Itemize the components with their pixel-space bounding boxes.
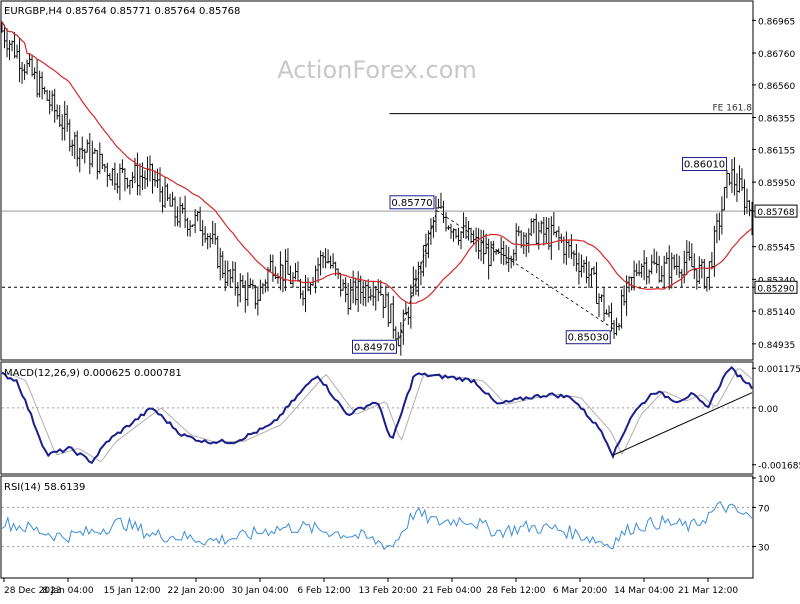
time-tick-label: 30 Jan 04:00 [232, 586, 289, 596]
chart-root: ActionForex.com FE 161.8 0.84970 0.85770 0.… [0, 0, 800, 600]
price-axis-box-label: 0.85290 [757, 284, 794, 294]
price-axis-box-label: 0.85768 [757, 208, 794, 218]
watermark: ActionForex.com [277, 56, 477, 84]
price-tick-label: 0.86760 [758, 50, 795, 60]
macd-tick-label: -0.001685 [758, 462, 800, 472]
rsi-tick-label: 100 [758, 475, 775, 485]
pivot-label: 0.84970 [354, 342, 395, 353]
price-tick-label: 0.84935 [758, 341, 795, 351]
price-tick-label: 0.85140 [758, 308, 795, 318]
time-tick-label: 15 Jan 12:00 [104, 586, 161, 596]
macd-trendline [613, 392, 753, 456]
axis-layer: 0.86965 0.86760 0.86560 0.86355 0.86155 0.859… [3, 17, 800, 596]
price-tick-label: 0.86560 [758, 82, 795, 92]
chart-canvas: ActionForex.com FE 161.80.849700.857700.… [0, 0, 800, 596]
price-tick-label: 0.86355 [758, 115, 795, 125]
pivot-label: 0.85770 [391, 198, 432, 209]
level-label: FE 161.8 [713, 104, 753, 114]
rsi-tick-label: 70 [758, 504, 770, 514]
rsi-tick-label: 30 [758, 544, 770, 554]
time-tick-label: 6 Feb 12:00 [297, 586, 351, 596]
price-panel-frame [0, 0, 754, 361]
time-tick-label: 28 Feb 12:00 [486, 586, 545, 596]
rsi-panel-frame [0, 475, 754, 579]
price-tick-label: 0.86965 [758, 17, 795, 27]
pivot-label: 0.85030 [568, 333, 609, 344]
time-tick-label: 21 Mar 12:00 [678, 586, 738, 596]
price-tick-label: 0.85950 [758, 179, 795, 189]
time-tick-label: 22 Jan 20:00 [168, 586, 225, 596]
rsi-layer [1, 500, 753, 551]
time-tick-label: 8 Jan 04:00 [42, 586, 94, 596]
time-tick-label: 14 Mar 04:00 [614, 586, 674, 596]
pivot-label: 0.86010 [684, 160, 725, 171]
rsi-title: RSI(14) 58.6139 [4, 482, 85, 493]
time-tick-label: 6 Mar 20:00 [553, 586, 608, 596]
macd-signal-line [2, 368, 753, 463]
macd-tick-label: 0.00 [758, 405, 778, 415]
macd-tick-label: 0.001175 [758, 365, 800, 375]
macd-layer [1, 365, 753, 465]
macd-title: MACD(12,26,9) 0.000625 0.000781 [4, 368, 182, 379]
price-tick-label: 0.85545 [758, 244, 795, 254]
macd-line [1, 365, 753, 465]
time-tick-label: 21 Feb 04:00 [422, 586, 481, 596]
symbol-header: EURGBP,H4 0.85764 0.85771 0.85764 0.8576… [4, 6, 240, 17]
time-tick-label: 13 Feb 20:00 [358, 586, 417, 596]
rsi-line [1, 500, 753, 551]
price-tick-label: 0.86155 [758, 146, 795, 156]
